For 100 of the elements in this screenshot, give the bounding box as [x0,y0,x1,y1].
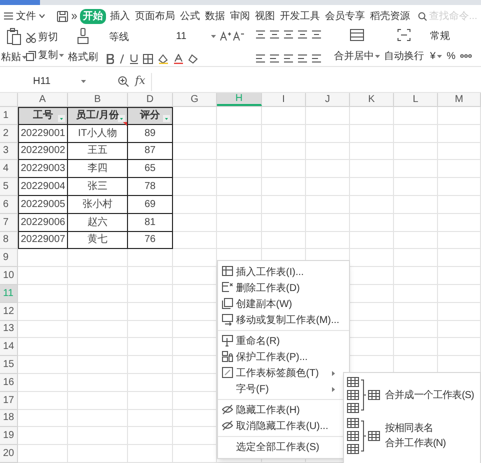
row-header[interactable]: 8 [0,232,18,250]
menu-item[interactable]: 工作表标签颜色(T) [218,365,349,381]
decrease-font-icon[interactable] [233,31,244,41]
column-header[interactable]: B [68,93,128,106]
row-header[interactable]: 13 [0,320,18,338]
align-icon[interactable] [298,54,307,63]
row-header[interactable]: 4 [0,160,18,178]
name-box[interactable]: H11 [0,72,92,90]
row-header[interactable]: 3 [0,142,18,160]
underline-icon[interactable] [130,54,138,64]
menu-item[interactable]: 合并成一个工作表(S) [347,377,480,413]
row-header[interactable]: 20 [0,445,18,463]
font-name-field[interactable]: 等线 [106,29,172,43]
row-header[interactable]: 1 [0,107,18,125]
scissors-icon[interactable] [26,32,36,42]
align-icon[interactable] [256,30,265,39]
caret-icon[interactable] [211,34,216,38]
caret-icon[interactable] [22,56,27,59]
row-header[interactable]: 14 [0,338,18,356]
menu-item[interactable]: 字号(F) [218,381,349,397]
wrap-text-icon[interactable] [397,29,411,41]
increase-font-icon[interactable] [220,31,231,41]
align-icon[interactable] [312,54,321,63]
row-header[interactable]: 17 [0,392,18,410]
merge-cells-icon[interactable] [350,29,364,41]
menu-item[interactable]: 按相同表名 合并工作表(N) [347,418,480,454]
row-header[interactable]: 18 [0,410,18,428]
caret-icon[interactable] [375,55,380,58]
ribbon-tab[interactable]: 数据 [204,8,226,24]
row-header[interactable]: 12 [0,302,18,321]
fill-color-icon[interactable] [158,54,169,64]
menu-item[interactable]: 创建副本(W) [218,296,349,312]
align-icon[interactable] [270,30,279,39]
copy-icon[interactable] [26,50,36,60]
column-header[interactable]: J [306,93,350,106]
column-header[interactable]: I [262,93,306,106]
italic-icon[interactable] [119,54,125,64]
ribbon-tab[interactable]: 公式 [179,8,201,24]
file-menu[interactable]: 文件 [16,8,36,24]
ribbon-tab[interactable]: 开发工具 [279,8,321,24]
caret-icon[interactable] [81,80,86,83]
menu-item[interactable]: 重命名(R) [218,333,349,349]
column-header[interactable]: D [128,93,173,106]
thousands-icon[interactable] [460,52,472,60]
align-icon[interactable] [284,54,293,63]
caret-icon[interactable] [39,14,45,18]
row-header[interactable]: 19 [0,427,18,446]
font-size-field[interactable]: 11 [174,29,218,43]
column-header[interactable]: M [438,93,481,106]
row-header[interactable]: 16 [0,374,18,392]
align-icon[interactable] [256,54,265,63]
align-icon[interactable] [312,30,321,39]
align-icon[interactable] [270,54,279,63]
filter-dropdown-icon[interactable] [163,114,170,122]
chevron-right-icon[interactable] [71,12,77,20]
ribbon-tab[interactable]: 会员专享 [324,8,366,24]
border-icon[interactable] [143,54,153,64]
align-icon[interactable] [284,30,293,39]
menu-item[interactable]: 移动或复制工作表(M)... [218,312,349,328]
cut-button[interactable]: 剪切 [38,30,58,45]
eraser-icon[interactable] [188,54,198,64]
menu-item[interactable]: 删除工作表(D) [218,280,349,296]
row-header[interactable]: 15 [0,356,18,374]
menu-item[interactable]: 隐藏工作表(H) [218,402,349,418]
percent-button[interactable]: % [446,49,456,64]
row-header[interactable]: 6 [0,196,18,214]
column-header[interactable]: L [394,93,438,106]
column-header[interactable]: A [18,93,68,106]
paste-icon[interactable] [7,28,21,45]
row-header[interactable]: 2 [0,124,18,143]
row-header[interactable]: 9 [0,249,18,268]
paste-button[interactable]: 粘贴 [1,50,27,65]
menu-icon[interactable] [4,12,13,20]
ribbon-tab[interactable]: 审阅 [229,8,251,24]
row-header[interactable]: 5 [0,178,18,196]
menu-item[interactable]: 取消隐藏工作表(U)... [218,418,349,434]
filter-dropdown-icon[interactable] [118,114,125,122]
ribbon-tab[interactable]: 视图 [254,8,276,24]
wrap-text-button[interactable]: 自动换行 [384,49,424,64]
bold-icon[interactable] [106,54,114,64]
currency-button[interactable]: ¥ [430,49,442,64]
merge-center-button[interactable]: 合并居中 [334,49,380,64]
align-icon[interactable] [298,30,307,39]
function-label[interactable]: fx [135,73,146,90]
copy-button[interactable]: 复制 [38,48,64,63]
menu-item[interactable]: 插入工作表(I)... [218,264,349,280]
column-header[interactable]: K [350,93,394,106]
row-header[interactable]: 7 [0,214,18,232]
zoom-icon[interactable] [118,76,129,87]
caret-icon[interactable] [59,54,64,57]
ribbon-tab[interactable]: 插入 [109,8,131,24]
caret-icon[interactable] [436,55,442,58]
filter-dropdown-icon[interactable] [58,114,65,122]
font-color-icon[interactable] [174,54,183,64]
menu-item[interactable]: 保护工作表(P)... [218,349,349,365]
ribbon-tab[interactable]: 稻壳资源 [369,8,411,24]
row-header[interactable]: 10 [0,267,18,285]
save-icon[interactable] [57,10,68,22]
format-painter-button[interactable]: 格式刷 [68,50,98,65]
number-format-field[interactable]: 常规 [430,29,481,43]
